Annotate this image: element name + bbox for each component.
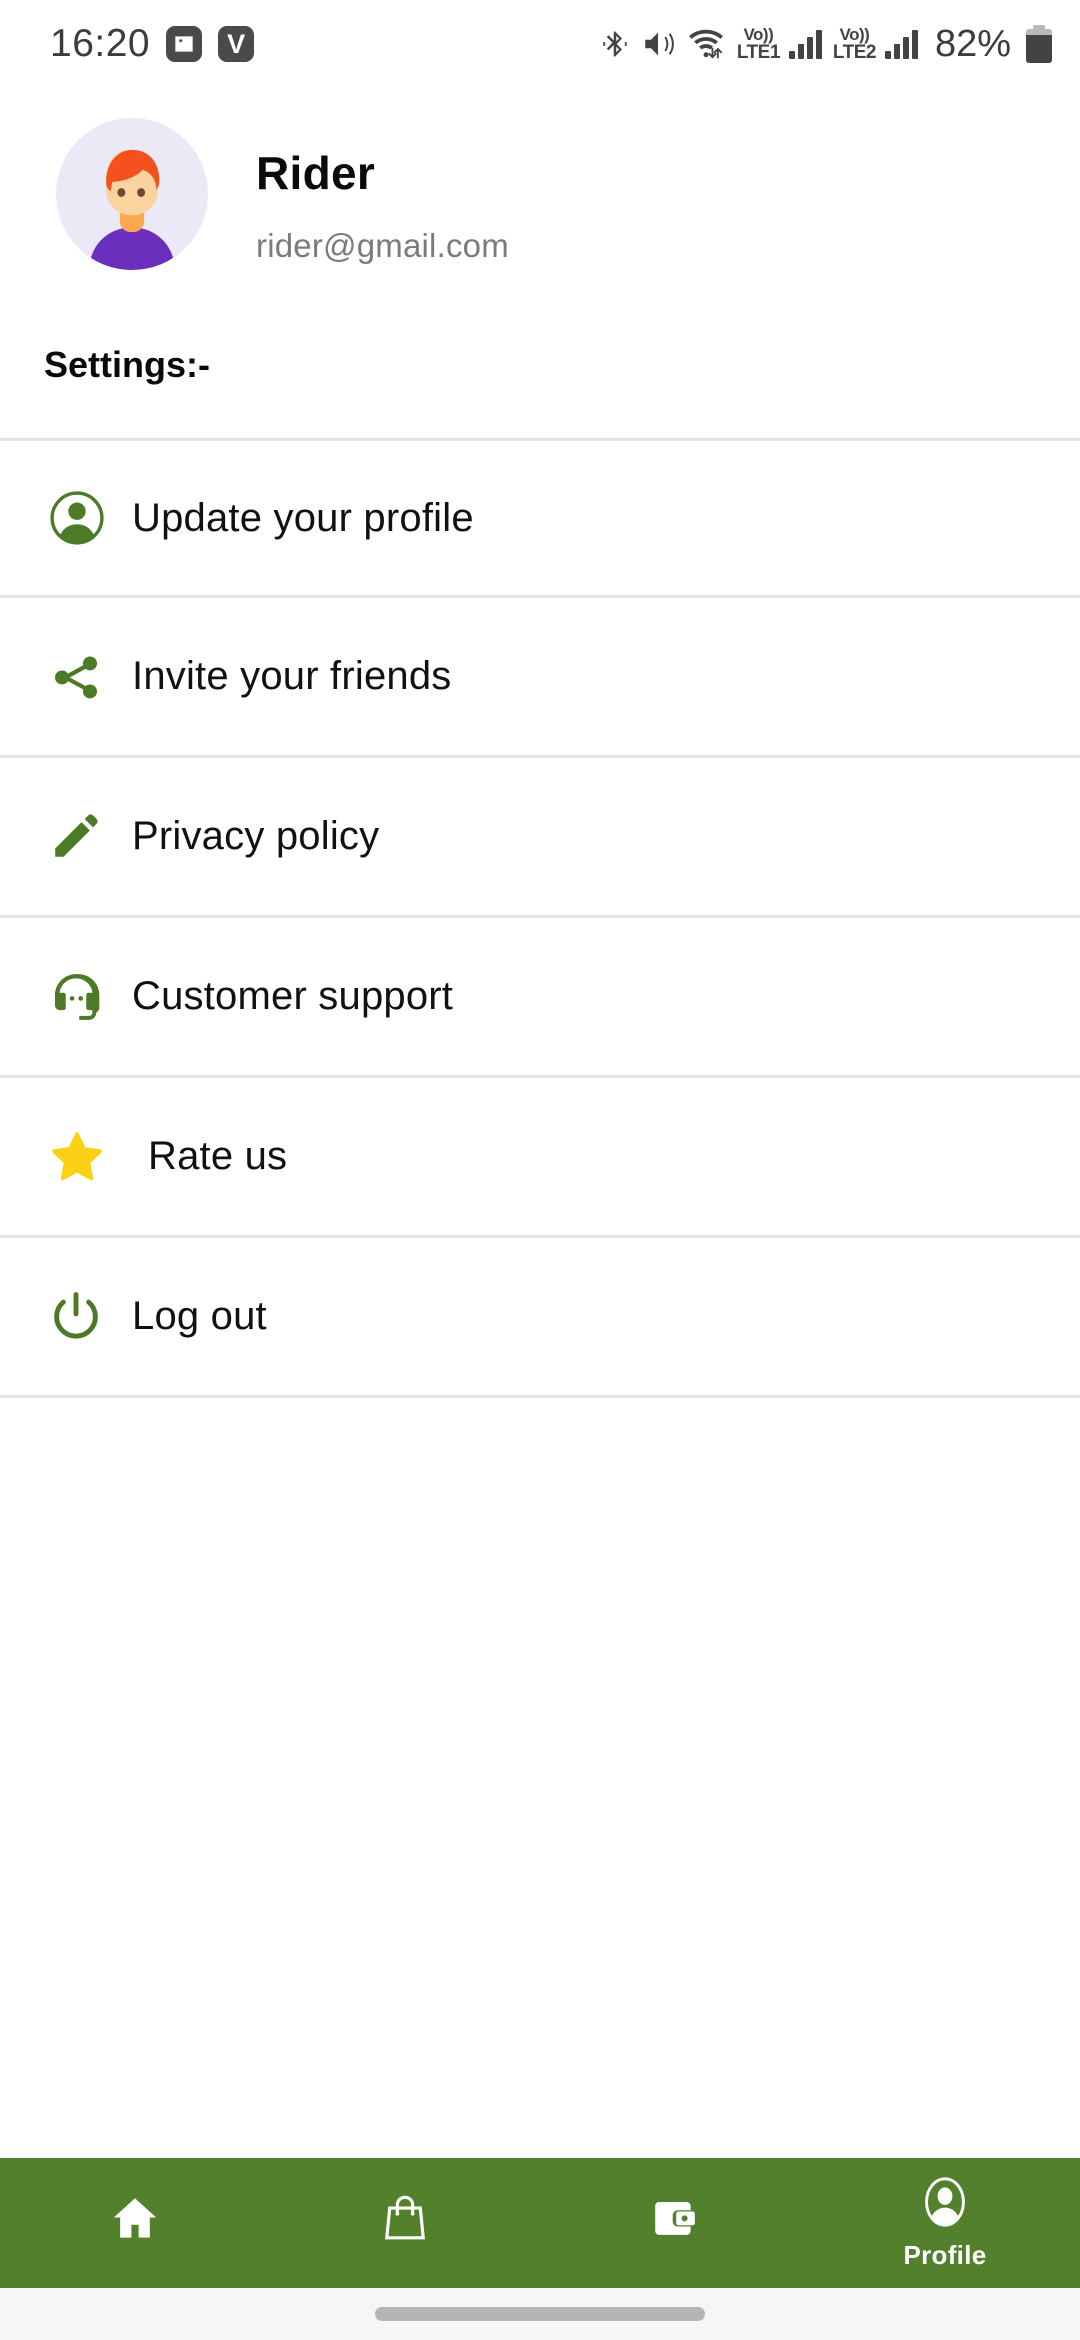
menu-label: Privacy policy — [132, 814, 380, 858]
menu-item-update-profile[interactable]: Update your profile — [0, 438, 1080, 598]
v-app-icon: V — [218, 26, 255, 62]
sim1-volte-label: Vo)) LTE1 — [736, 25, 781, 63]
battery-percent-label: 82% — [934, 22, 1011, 65]
battery-icon — [1026, 25, 1052, 63]
menu-label: Rate us — [148, 1134, 288, 1178]
menu-item-rate-us[interactable]: Rate us — [0, 1078, 1080, 1238]
menu-item-invite-friends[interactable]: Invite your friends — [0, 598, 1080, 758]
status-bar-right: Vo)) LTE1 Vo)) LTE2 82% — [600, 23, 1052, 66]
home-icon — [108, 2191, 162, 2250]
bottom-navigation-bar: Profile — [0, 2158, 1080, 2288]
status-bar-left: 16:20 V — [50, 22, 255, 66]
headset-icon — [48, 969, 132, 1025]
nav-item-profile[interactable]: Profile — [810, 2158, 1080, 2288]
power-icon — [48, 1289, 132, 1345]
menu-label: Log out — [132, 1294, 267, 1338]
profile-text-block: Rider rider@gmail.com — [208, 118, 509, 265]
gesture-home-pill[interactable] — [375, 2307, 705, 2321]
app-screen: 16:20 V Vo)) LTE1 Vo)) LTE2 82% Rider ri… — [0, 0, 1080, 2340]
nav-item-home[interactable] — [0, 2158, 270, 2288]
sim2-signal-bars — [884, 29, 918, 59]
bag-icon — [378, 2191, 432, 2250]
sim2-volte-label: Vo)) LTE2 — [832, 25, 877, 63]
nav-item-shop[interactable] — [270, 2158, 540, 2288]
menu-item-customer-support[interactable]: Customer support — [0, 918, 1080, 1078]
content-spacer — [0, 1398, 1080, 2158]
share-icon — [48, 649, 132, 705]
menu-label: Update your profile — [132, 495, 474, 540]
bluetooth-icon — [600, 25, 630, 63]
image-icon — [166, 26, 203, 62]
status-clock: 16:20 — [50, 22, 151, 65]
profile-header: Rider rider@gmail.com — [0, 88, 1080, 350]
avatar[interactable] — [56, 118, 208, 270]
wallet-icon — [650, 2193, 700, 2248]
settings-menu-list: Update your profile Invite your friends — [0, 438, 1080, 1398]
menu-label: Invite your friends — [132, 654, 452, 698]
profile-email: rider@gmail.com — [256, 227, 509, 264]
menu-item-privacy-policy[interactable]: Privacy policy — [0, 758, 1080, 918]
person-circle-icon — [48, 489, 132, 547]
mute-vibrate-icon — [641, 27, 675, 61]
star-icon — [48, 1128, 132, 1186]
wifi-icon — [686, 26, 726, 62]
system-gesture-area — [0, 2288, 1080, 2340]
profile-name: Rider — [256, 147, 376, 199]
sim1-signal-bars — [788, 29, 822, 59]
profile-icon — [918, 2175, 972, 2234]
menu-label: Customer support — [132, 974, 454, 1018]
nav-item-wallet[interactable] — [540, 2158, 810, 2288]
pencil-icon — [48, 810, 132, 864]
avatar-illustration — [56, 118, 208, 270]
menu-item-log-out[interactable]: Log out — [0, 1238, 1080, 1398]
nav-label: Profile — [903, 2240, 987, 2270]
settings-heading: Settings:- — [44, 344, 210, 385]
status-bar: 16:20 V Vo)) LTE1 Vo)) LTE2 82% — [0, 0, 1080, 88]
